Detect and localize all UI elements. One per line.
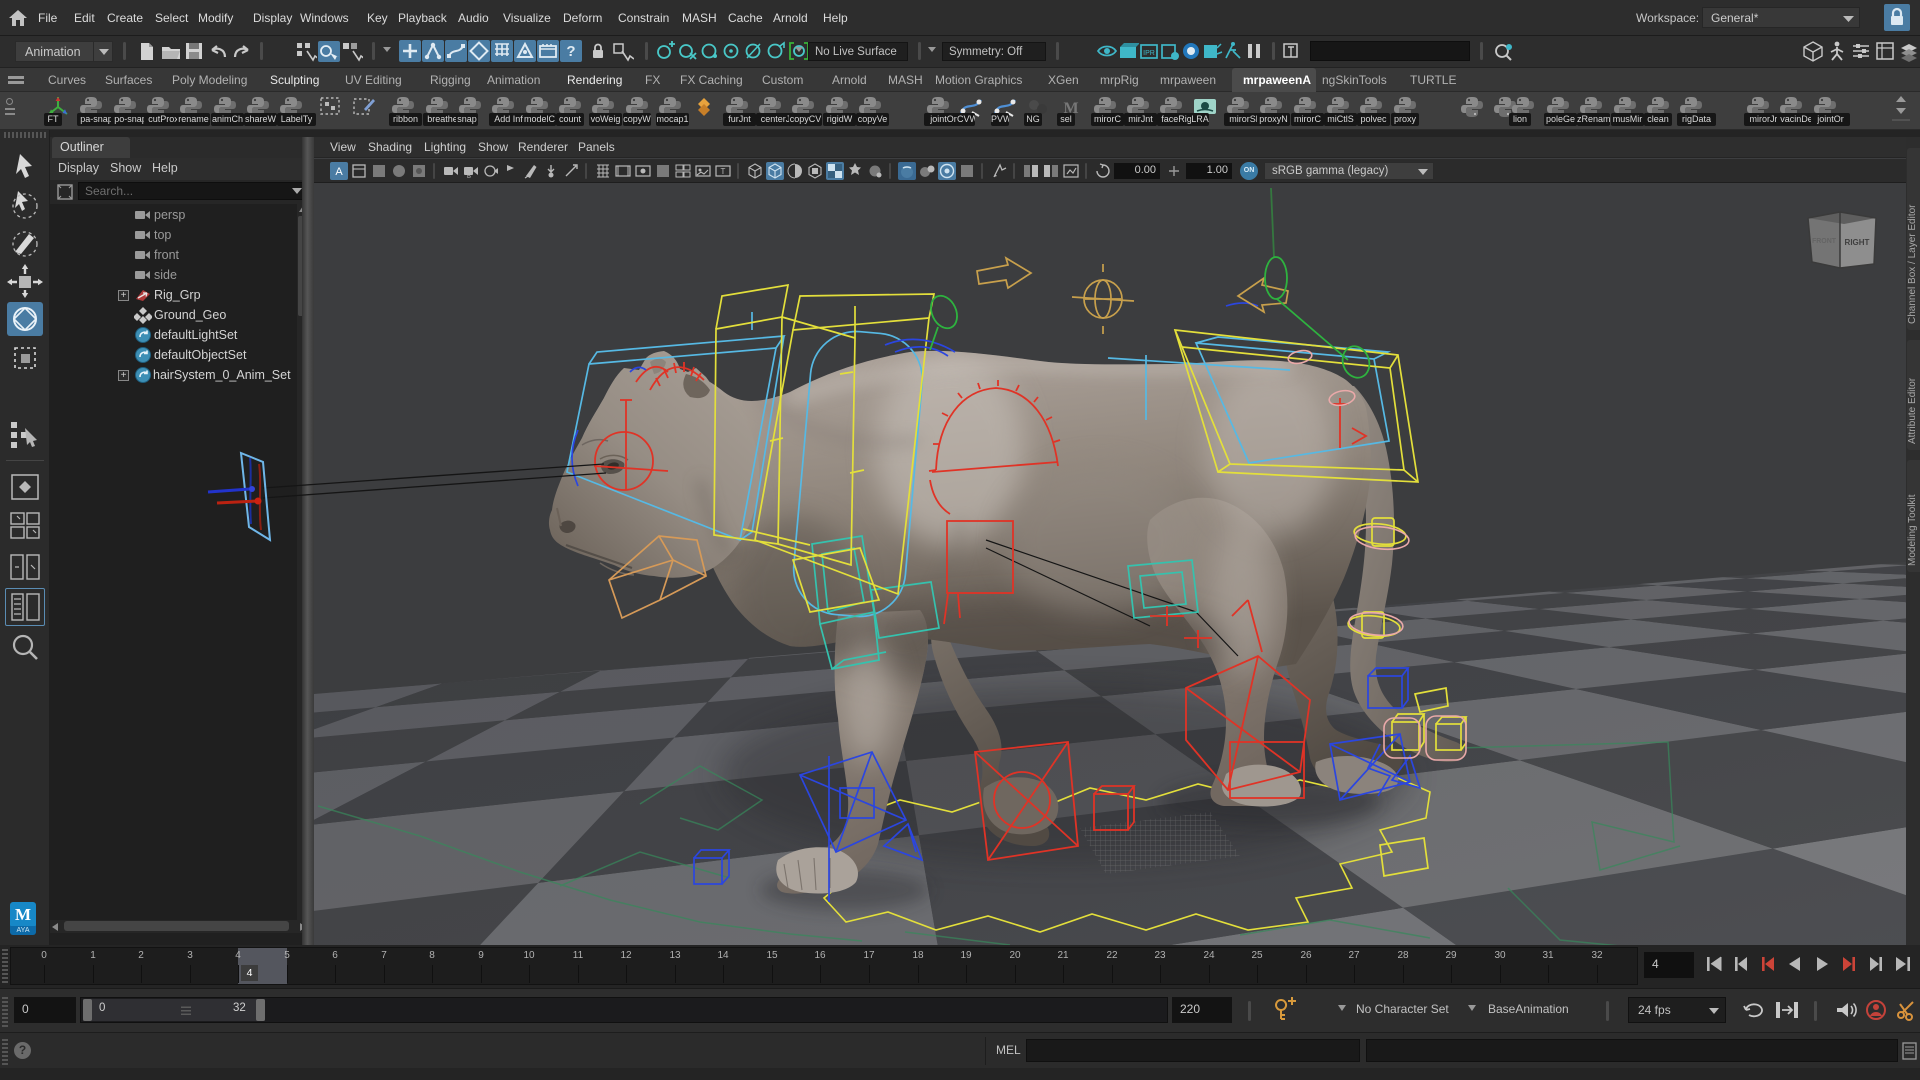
svg-text:IPR: IPR	[1143, 50, 1155, 57]
svg-text:T: T	[721, 167, 726, 176]
svg-text:FRONT: FRONT	[1812, 238, 1837, 245]
svg-text:RIGHT: RIGHT	[1845, 238, 1870, 247]
